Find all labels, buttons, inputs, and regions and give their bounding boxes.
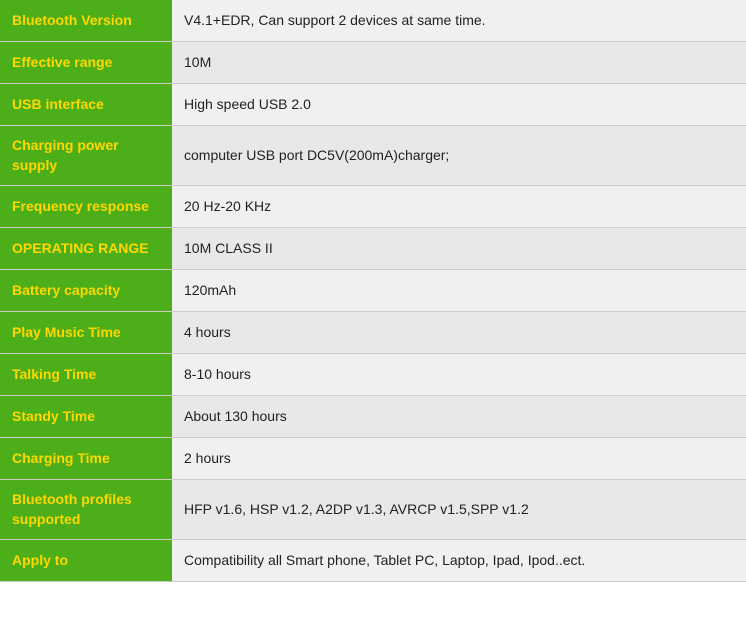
spec-label: Bluetooth profiles supported (0, 480, 172, 540)
spec-label: Frequency response (0, 186, 172, 228)
spec-value: 8-10 hours (172, 354, 746, 396)
table-row: Apply toCompatibility all Smart phone, T… (0, 540, 746, 582)
spec-label: USB interface (0, 84, 172, 126)
table-row: Standy TimeAbout 130 hours (0, 396, 746, 438)
spec-label: Charging power supply (0, 126, 172, 186)
spec-value: Compatibility all Smart phone, Tablet PC… (172, 540, 746, 582)
spec-table: Bluetooth VersionV4.1+EDR, Can support 2… (0, 0, 746, 582)
spec-value: 4 hours (172, 312, 746, 354)
spec-label: OPERATING RANGE (0, 228, 172, 270)
spec-label: Effective range (0, 42, 172, 84)
spec-value: 2 hours (172, 438, 746, 480)
spec-value: HFP v1.6, HSP v1.2, A2DP v1.3, AVRCP v1.… (172, 480, 746, 540)
table-row: OPERATING RANGE10M CLASS II (0, 228, 746, 270)
spec-value: 10M (172, 42, 746, 84)
spec-value: 20 Hz-20 KHz (172, 186, 746, 228)
spec-label: Talking Time (0, 354, 172, 396)
spec-value: 120mAh (172, 270, 746, 312)
table-row: Bluetooth VersionV4.1+EDR, Can support 2… (0, 0, 746, 42)
table-row: Charging Time2 hours (0, 438, 746, 480)
spec-label: Play Music Time (0, 312, 172, 354)
spec-label: Apply to (0, 540, 172, 582)
table-row: Bluetooth profiles supportedHFP v1.6, HS… (0, 480, 746, 540)
spec-value: High speed USB 2.0 (172, 84, 746, 126)
table-row: Play Music Time4 hours (0, 312, 746, 354)
spec-label: Battery capacity (0, 270, 172, 312)
spec-label: Bluetooth Version (0, 0, 172, 42)
table-row: Frequency response20 Hz-20 KHz (0, 186, 746, 228)
spec-label: Standy Time (0, 396, 172, 438)
table-row: Charging power supplycomputer USB port D… (0, 126, 746, 186)
spec-value: computer USB port DC5V(200mA)charger; (172, 126, 746, 186)
table-row: Talking Time8-10 hours (0, 354, 746, 396)
spec-value: 10M CLASS II (172, 228, 746, 270)
table-row: USB interfaceHigh speed USB 2.0 (0, 84, 746, 126)
spec-value: V4.1+EDR, Can support 2 devices at same … (172, 0, 746, 42)
table-row: Battery capacity120mAh (0, 270, 746, 312)
spec-label: Charging Time (0, 438, 172, 480)
table-row: Effective range10M (0, 42, 746, 84)
spec-value: About 130 hours (172, 396, 746, 438)
